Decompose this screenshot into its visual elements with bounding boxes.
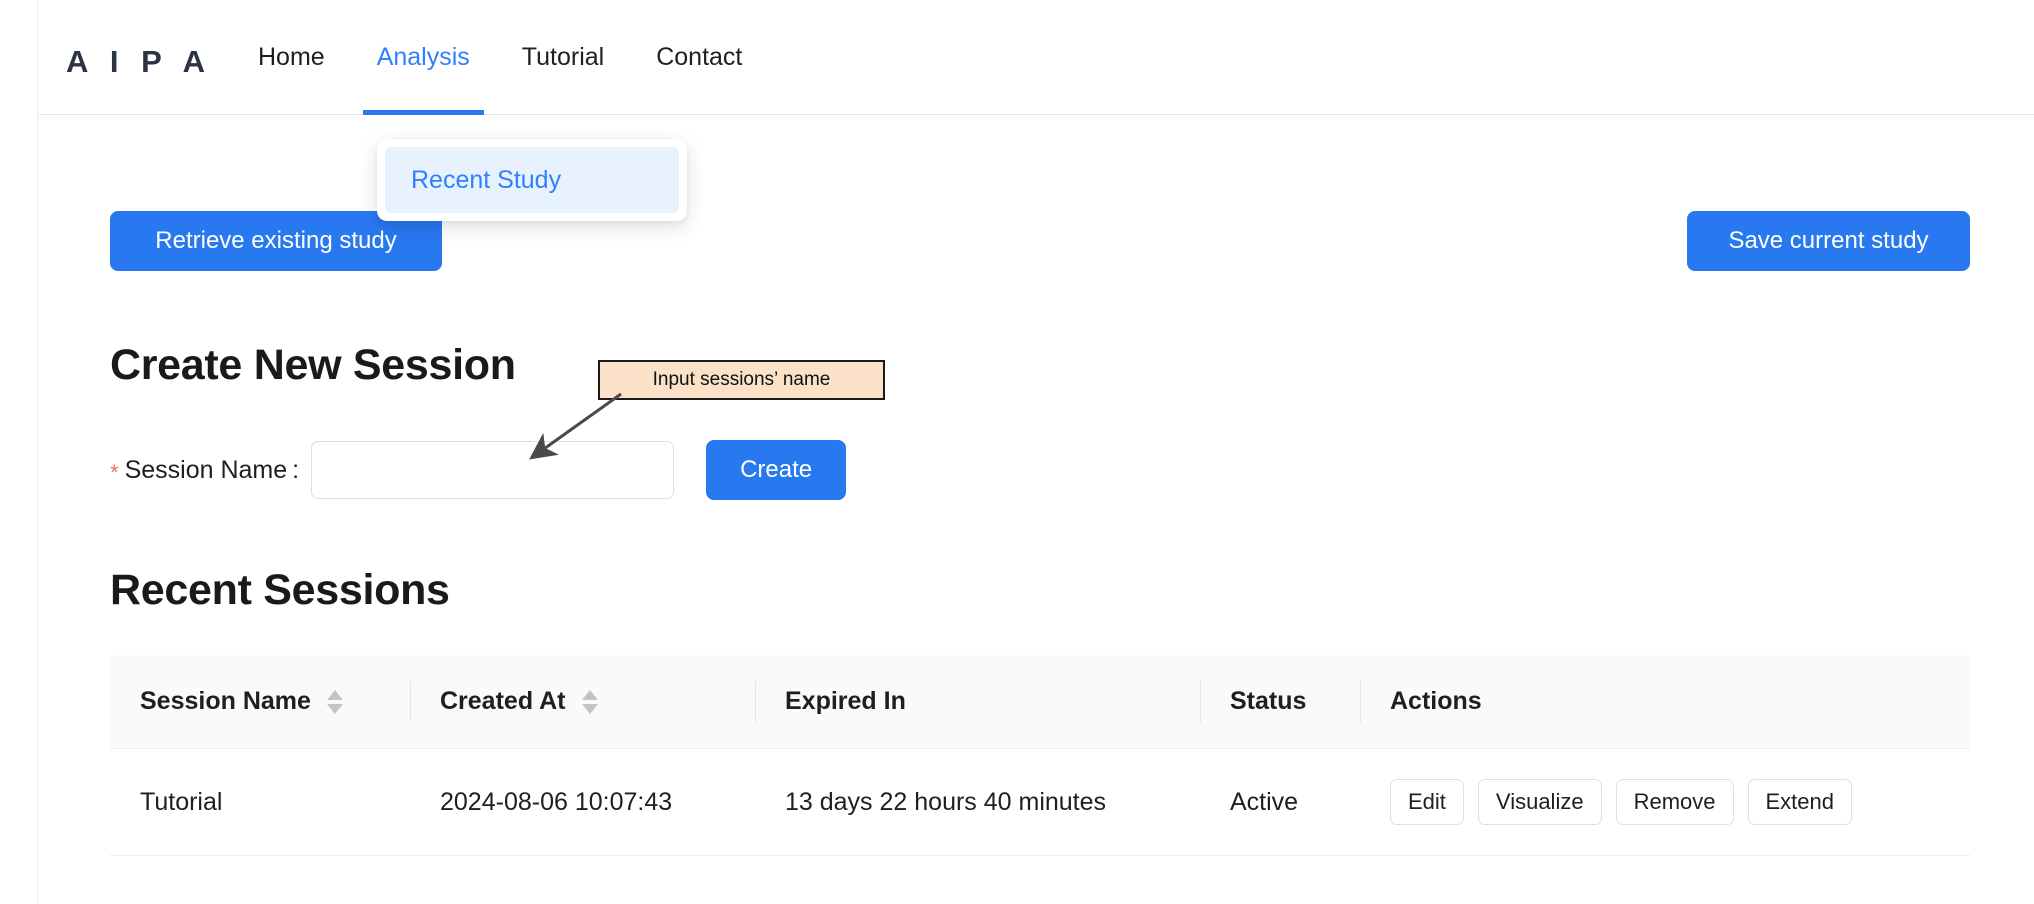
cell-created-at: 2024-08-06 10:07:43 [410, 749, 755, 856]
cell-actions: Edit Visualize Remove Extend [1360, 749, 1970, 856]
nav-item-tutorial[interactable]: Tutorial [496, 0, 630, 115]
analysis-dropdown-menu: Recent Study [377, 139, 687, 221]
create-session-button[interactable]: Create [706, 440, 846, 500]
nav-item-analysis[interactable]: Analysis [351, 0, 496, 115]
cell-expired-in: 13 days 22 hours 40 minutes [755, 749, 1200, 856]
session-name-input[interactable] [311, 441, 674, 499]
session-name-form-row: * Session Name : Create [110, 440, 846, 500]
nav-item-label: Home [258, 43, 325, 72]
nav-item-label: Analysis [377, 43, 470, 72]
column-header-label: Created At [440, 687, 566, 716]
column-header-actions: Actions [1360, 655, 1970, 749]
required-asterisk: * [110, 456, 119, 484]
save-current-study-button[interactable]: Save current study [1687, 211, 1970, 271]
app-page: A I P A Home Analysis Tutorial Contact R… [0, 0, 2034, 904]
recent-sessions-table: Session Name Created At [110, 655, 1970, 856]
dropdown-item-recent-study[interactable]: Recent Study [385, 147, 679, 213]
column-header-label: Expired In [785, 687, 906, 716]
page-left-edge [0, 0, 38, 904]
row-action-buttons: Edit Visualize Remove Extend [1390, 779, 1970, 825]
nav-item-home[interactable]: Home [232, 0, 351, 115]
input-session-name-callout: Input sessions’ name [598, 360, 885, 400]
nav-item-contact[interactable]: Contact [630, 0, 768, 115]
column-header-label: Session Name [140, 687, 311, 716]
cell-status: Active [1200, 749, 1360, 856]
column-header-expired-in: Expired In [755, 655, 1200, 749]
column-header-label: Status [1230, 687, 1306, 716]
sort-toggle-icon[interactable] [327, 690, 343, 714]
recent-sessions-heading: Recent Sessions [110, 566, 450, 615]
sort-toggle-icon[interactable] [582, 690, 598, 714]
table-header: Session Name Created At [110, 655, 1970, 749]
top-navigation-bar: A I P A Home Analysis Tutorial Contact [0, 0, 2034, 115]
column-header-created-at[interactable]: Created At [410, 655, 755, 749]
visualize-session-button[interactable]: Visualize [1478, 779, 1602, 825]
nav-item-label: Contact [656, 43, 742, 72]
nav-menu: Home Analysis Tutorial Contact [232, 0, 768, 115]
nav-item-label: Tutorial [522, 43, 604, 72]
column-header-status: Status [1200, 655, 1360, 749]
session-name-label: Session Name : [125, 456, 300, 485]
recent-sessions-table-wrapper: Session Name Created At [110, 655, 1970, 856]
table-body: Tutorial 2024-08-06 10:07:43 13 days 22 … [110, 749, 1970, 856]
column-header-label: Actions [1390, 687, 1482, 716]
edit-session-button[interactable]: Edit [1390, 779, 1464, 825]
extend-session-button[interactable]: Extend [1748, 779, 1853, 825]
remove-session-button[interactable]: Remove [1616, 779, 1734, 825]
app-logo[interactable]: A I P A [66, 44, 212, 80]
column-header-session-name[interactable]: Session Name [110, 655, 410, 749]
dropdown-item-label: Recent Study [411, 166, 561, 195]
cell-session-name: Tutorial [110, 749, 410, 856]
create-new-session-heading: Create New Session [110, 341, 516, 390]
table-row: Tutorial 2024-08-06 10:07:43 13 days 22 … [110, 749, 1970, 856]
table-header-row: Session Name Created At [110, 655, 1970, 749]
